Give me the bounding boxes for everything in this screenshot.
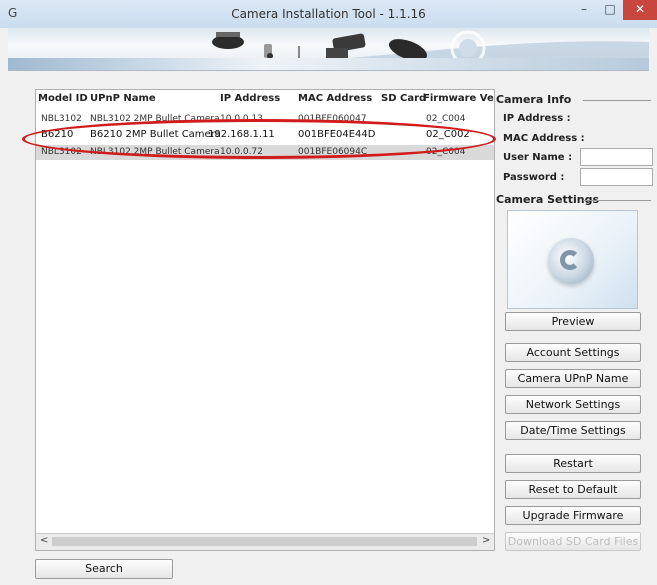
cell-firmware: 02_C002 xyxy=(426,129,470,140)
cell-firmware: 02_C004 xyxy=(426,114,466,124)
download-sd-card-files-button[interactable]: Download SD Card Files xyxy=(505,532,641,551)
cell-firmware: 02_C004 xyxy=(426,147,466,157)
cell-model-id: NBL3102 xyxy=(41,147,82,157)
scroll-thumb[interactable] xyxy=(52,537,477,546)
col-header-mac-address[interactable]: MAC Address xyxy=(298,93,372,104)
network-settings-button[interactable]: Network Settings xyxy=(505,395,641,414)
table-header: Model ID UPnP Name IP Address MAC Addres… xyxy=(36,90,494,108)
cell-upnp-name: NBL3102 2MP Bullet Camera xyxy=(90,147,220,157)
restart-button[interactable]: Restart xyxy=(505,454,641,473)
header-banner xyxy=(8,28,649,71)
table-row[interactable]: NBL3102 NBL3102 2MP Bullet Camera 10.0.0… xyxy=(36,145,494,160)
search-button[interactable]: Search xyxy=(35,559,173,579)
divider xyxy=(583,200,651,201)
app-window: G Camera Installation Tool - 1.1.16 – □ … xyxy=(0,0,657,585)
user-name-field[interactable] xyxy=(580,148,653,166)
cell-ip-address: 10.0.0.72 xyxy=(220,147,263,157)
col-header-sd-card[interactable]: SD Card xyxy=(381,93,426,104)
divider xyxy=(583,100,651,101)
brand-logo-icon xyxy=(548,238,594,284)
scroll-left-icon[interactable]: < xyxy=(40,535,48,546)
camera-info-title: Camera Info xyxy=(496,93,572,106)
mac-address-label: MAC Address : xyxy=(503,133,585,144)
reset-to-default-button[interactable]: Reset to Default xyxy=(505,480,641,499)
banner-stripe xyxy=(8,58,649,70)
maximize-button[interactable]: □ xyxy=(597,0,623,20)
user-name-label: User Name : xyxy=(503,152,573,163)
cell-mac-address: 001BFE060047 xyxy=(298,114,367,124)
preview-button[interactable]: Preview xyxy=(505,312,641,331)
col-header-upnp-name[interactable]: UPnP Name xyxy=(90,93,156,104)
cell-mac-address: 001BFE04E44D xyxy=(298,129,376,140)
password-label: Password : xyxy=(503,172,565,183)
cell-model-id: B6210 xyxy=(41,129,74,140)
col-header-ip-address[interactable]: IP Address xyxy=(220,93,280,104)
horizontal-scrollbar[interactable]: < > xyxy=(36,533,494,550)
cell-ip-address: 192.168.1.11 xyxy=(208,129,275,140)
upgrade-firmware-button[interactable]: Upgrade Firmware xyxy=(505,506,641,525)
close-button[interactable]: ✕ xyxy=(623,0,657,20)
ip-address-label: IP Address : xyxy=(503,113,571,124)
cell-model-id: NBL3102 xyxy=(41,114,82,124)
camera-upnp-name-button[interactable]: Camera UPnP Name xyxy=(505,369,641,388)
col-header-firmware[interactable]: Firmware Versic xyxy=(423,93,494,104)
minimize-button[interactable]: – xyxy=(571,0,597,20)
cell-ip-address: 10.0.0.13 xyxy=(220,114,263,124)
password-field[interactable] xyxy=(580,168,653,186)
cell-upnp-name: NBL3102 2MP Bullet Camera xyxy=(90,114,220,124)
datetime-settings-button[interactable]: Date/Time Settings xyxy=(505,421,641,440)
cell-mac-address: 001BFE06094C xyxy=(298,147,368,157)
table-row[interactable]: NBL3102 NBL3102 2MP Bullet Camera 10.0.0… xyxy=(36,112,494,127)
title-bar: G Camera Installation Tool - 1.1.16 – □ … xyxy=(0,0,657,28)
account-settings-button[interactable]: Account Settings xyxy=(505,343,641,362)
table-row-selected[interactable]: B6210 B6210 2MP Bullet Camera 192.168.1.… xyxy=(36,127,494,144)
window-title: Camera Installation Tool - 1.1.16 xyxy=(231,7,426,21)
scroll-right-icon[interactable]: > xyxy=(482,535,490,546)
camera-list-table: Model ID UPnP Name IP Address MAC Addres… xyxy=(35,89,495,551)
col-header-model-id[interactable]: Model ID xyxy=(38,93,88,104)
camera-preview-panel xyxy=(507,210,638,309)
cell-upnp-name: B6210 2MP Bullet Camera xyxy=(90,129,221,140)
